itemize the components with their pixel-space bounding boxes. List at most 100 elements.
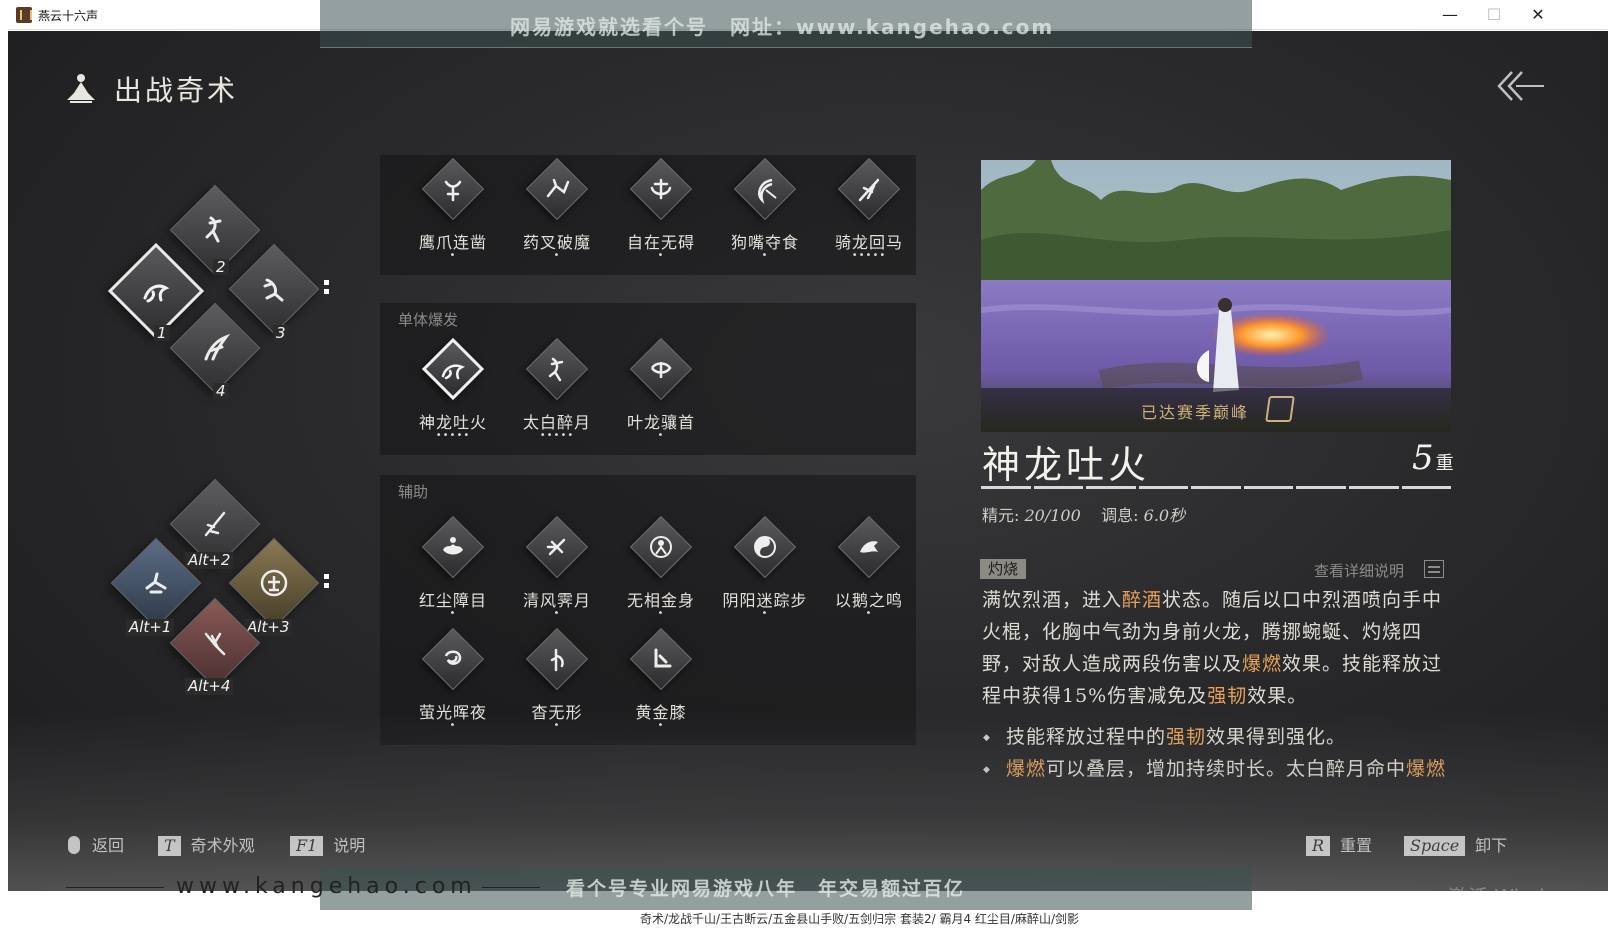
skill-yinyang[interactable]: 阴阳迷踪步 • bbox=[712, 513, 812, 623]
description-bullet-1: 技能释放过程中的强韧效果得到强化。 bbox=[983, 722, 1346, 749]
group-title-burst: 单体爆发 bbox=[398, 311, 459, 329]
stat-energy-label: 精元: bbox=[982, 506, 1020, 525]
slot-alt4-key: Alt+4 bbox=[185, 678, 234, 695]
watermark-bottom-text: 看个号专业网易游戏八年 年交易额过百亿 bbox=[566, 878, 966, 900]
skill-description: 满饮烈酒，进入醉酒状态。随后以口中烈酒喷向手中火棍，化胸中气劲为身前火龙，腾挪蜿… bbox=[982, 589, 1443, 707]
kick-icon bbox=[205, 216, 222, 243]
slot-2-number: 2 bbox=[213, 259, 229, 275]
leap-icon bbox=[145, 572, 167, 594]
skill-qilong[interactable]: 骑龙回马 ••••• bbox=[816, 155, 916, 265]
season-badge-icon bbox=[1265, 396, 1295, 422]
skill-detail-name: 神龙吐火 bbox=[982, 443, 1151, 487]
minimize-button[interactable]: — bbox=[1428, 2, 1472, 28]
skill-panel-top: 鹰爪连凿 • 药叉破魔 • 自在无碍 • 狗嘴夺食 • 骑龙回马 ••••• bbox=[380, 155, 916, 275]
skill-yie[interactable]: 以鹅之鸣 • bbox=[816, 513, 916, 623]
slot-alt4-button[interactable] bbox=[169, 597, 261, 689]
dust-cloud-icon bbox=[443, 537, 463, 555]
alt-slot-page-indicator bbox=[324, 574, 330, 590]
meditation-icon bbox=[67, 74, 95, 103]
hint-help[interactable]: F1 说明 bbox=[290, 832, 365, 856]
golden-body-icon bbox=[260, 569, 288, 597]
skill-yingguang[interactable]: 萤光晖夜 • bbox=[400, 625, 500, 735]
windows-activation-notice: 激活 Windows bbox=[1448, 881, 1584, 891]
season-label: 已达赛季巅峰 bbox=[1141, 403, 1250, 422]
slot-alt1-key: Alt+1 bbox=[126, 619, 175, 636]
skill-yaowu[interactable]: 杳无形 • bbox=[504, 625, 604, 735]
skill-level-bar bbox=[981, 486, 1452, 489]
knee-strike-icon bbox=[654, 648, 672, 668]
skill-panel-support: 辅助 红尘障目 • 清风霁月 • 无相金身 • 阴阳迷踪步 • 以鹅之鸣 • 萤… bbox=[380, 475, 916, 745]
view-details-link[interactable]: 查看详细说明 bbox=[1314, 560, 1404, 581]
skill-preview-image: 已达赛季巅峰 bbox=[981, 160, 1451, 432]
details-list-icon[interactable] bbox=[1424, 560, 1444, 578]
skill-gouzui[interactable]: 狗嘴夺食 • bbox=[712, 155, 812, 265]
key-r: R bbox=[1306, 836, 1331, 856]
description-bullet-2: 爆燃可以叠层，增加持续时长。太白醉月命中爆燃 bbox=[983, 754, 1446, 781]
skill-yaocha[interactable]: 药叉破魔 • bbox=[504, 155, 604, 265]
skill-hongchen[interactable]: 红尘障目 • bbox=[400, 513, 500, 623]
maximize-button[interactable]: ☐ bbox=[1472, 2, 1516, 28]
sword-icon bbox=[204, 511, 226, 537]
wind-blade-icon bbox=[546, 538, 566, 556]
hint-unequip[interactable]: Space 卸下 bbox=[1404, 832, 1507, 856]
stat-energy-value: 20/100 bbox=[1024, 506, 1081, 525]
slot-alt3-button[interactable] bbox=[228, 537, 320, 629]
skill-panel-burst: 单体爆发 神龙吐火 ••••• 太白醉月 ••••• 叶龙骧首 • bbox=[380, 303, 916, 455]
season-banner: 已达赛季巅峰 bbox=[981, 388, 1451, 432]
fire-dragon-icon bbox=[441, 364, 465, 380]
slot-4-button[interactable] bbox=[169, 302, 261, 394]
skill-tag: 灼烧 bbox=[980, 559, 1027, 579]
slot-3-number: 3 bbox=[273, 325, 289, 341]
stat-cooldown-value: 6.0秒 bbox=[1143, 506, 1186, 525]
slot-alt2-key: Alt+2 bbox=[185, 552, 234, 569]
dragon-head-icon bbox=[650, 362, 672, 378]
slot-4-number: 4 bbox=[213, 383, 229, 399]
fire-dragon-icon bbox=[143, 284, 170, 303]
key-space: Space bbox=[1404, 836, 1466, 856]
slot-1-number: 1 bbox=[154, 325, 170, 341]
skill-wuxiang[interactable]: 无相金身 • bbox=[608, 513, 708, 623]
close-button[interactable]: ✕ bbox=[1516, 2, 1560, 28]
goose-icon bbox=[860, 541, 878, 553]
window-title: 燕云十六声 bbox=[38, 9, 99, 23]
skill-taibai[interactable]: 太白醉月 ••••• bbox=[504, 335, 604, 445]
keyword-burn: 爆燃 bbox=[1242, 653, 1283, 675]
slot-3-button[interactable] bbox=[228, 243, 320, 335]
app-window: 燕云十六声 — ☐ ✕ 出战奇术 2 1 3 4 Alt+2 Alt+1 Alt… bbox=[0, 0, 1616, 939]
group-title-support: 辅助 bbox=[398, 483, 429, 501]
game-viewport: 出战奇术 2 1 3 4 Alt+2 Alt+1 Alt+3 Alt+4 鹰爪连… bbox=[8, 31, 1608, 891]
blade-icon bbox=[204, 333, 231, 361]
keyword-drunk: 醉酒 bbox=[1122, 589, 1163, 611]
crescent-icon bbox=[758, 178, 777, 204]
hint-back[interactable]: 返回 bbox=[68, 832, 124, 856]
hint-reset[interactable]: R 重置 bbox=[1306, 832, 1372, 856]
whirl-icon bbox=[650, 178, 672, 200]
vanish-icon bbox=[550, 648, 564, 672]
app-icon bbox=[16, 7, 32, 23]
footer-rule-left bbox=[66, 887, 164, 888]
yin-yang-icon bbox=[754, 536, 776, 558]
skill-qingfeng[interactable]: 清风霁月 • bbox=[504, 513, 604, 623]
skill-yelong[interactable]: 叶龙骧首 • bbox=[608, 335, 708, 445]
back-arrow-icon[interactable] bbox=[1496, 69, 1546, 103]
skill-level: 5重 bbox=[1412, 438, 1454, 478]
skill-yingzhao[interactable]: 鹰爪连凿 • bbox=[400, 155, 500, 265]
keyword-tough: 强韧 bbox=[1207, 685, 1248, 707]
page-title: 出战奇术 bbox=[114, 74, 239, 107]
demon-strike-icon bbox=[546, 178, 570, 198]
footer-rule-right bbox=[482, 887, 540, 888]
skill-level-number: 5 bbox=[1412, 438, 1434, 478]
slot-page-indicator bbox=[324, 280, 330, 296]
key-f1: F1 bbox=[290, 836, 324, 856]
drunk-moon-icon bbox=[263, 278, 284, 302]
golden-body-icon bbox=[650, 536, 672, 558]
feather-strike-icon bbox=[204, 632, 226, 656]
skill-huangjin[interactable]: 黄金膝 • bbox=[608, 625, 708, 735]
mouse-icon bbox=[68, 836, 80, 854]
skill-shenlong[interactable]: 神龙吐火 ••••• bbox=[400, 335, 500, 445]
claw-icon bbox=[444, 180, 462, 202]
hint-appearance[interactable]: T 奇术外观 bbox=[158, 832, 255, 856]
key-t: T bbox=[158, 836, 181, 856]
skill-zizai[interactable]: 自在无碍 • bbox=[608, 155, 708, 265]
watermark-top-text: 网易游戏就选看个号 网址：www.kangehao.com bbox=[510, 15, 1055, 39]
